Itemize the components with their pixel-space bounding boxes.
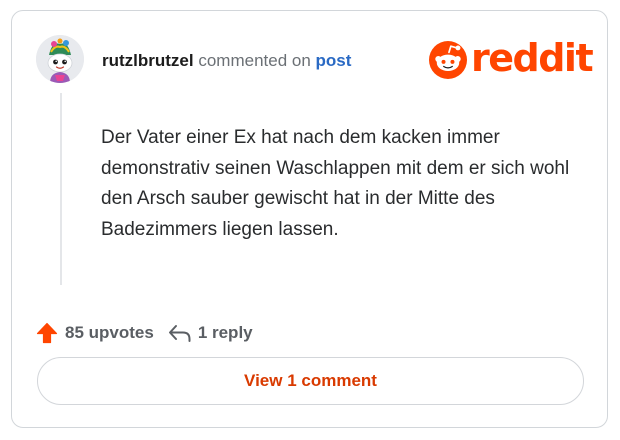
post-link[interactable]: post [316,51,352,70]
user-avatar[interactable] [36,35,84,83]
reddit-snoo-icon [429,41,467,79]
thread-line [60,93,62,285]
reddit-logo[interactable]: reddit [429,36,594,80]
upvote-count: 85 upvotes [65,323,154,342]
reddit-wordmark: reddit [471,36,594,80]
comment-body: Der Vater einer Ex hat nach dem kacken i… [101,127,570,240]
upvote-arrow-icon[interactable] [36,322,58,344]
action-text: commented on [198,51,311,70]
reply-count: 1 reply [197,323,253,342]
comment-actions: 85 upvotes 1 reply [36,320,253,346]
reply-arrow-icon[interactable] [168,323,192,343]
comment-header: rutzlbrutzel commented on post [102,50,351,72]
username[interactable]: rutzlbrutzel [102,51,194,70]
view-comment-button[interactable]: View 1 comment [37,357,584,405]
comment-embed-card: rutzlbrutzel commented on post reddit De… [11,10,608,428]
snoo-avatar-icon [36,35,84,83]
